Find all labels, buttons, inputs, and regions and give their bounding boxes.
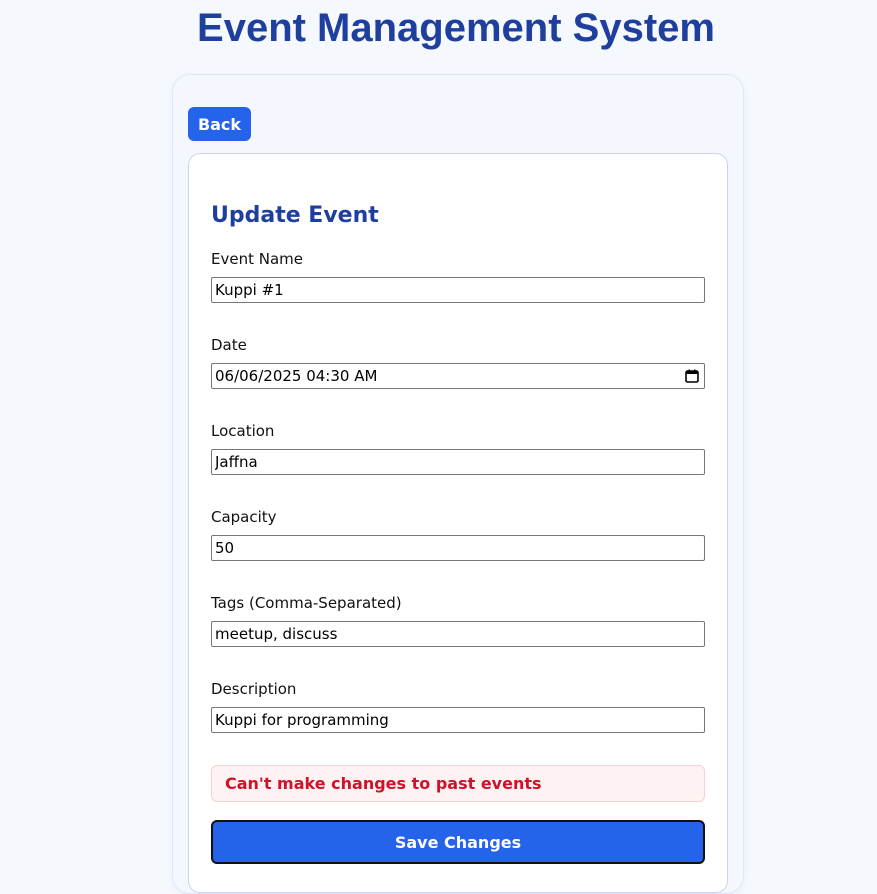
date-input[interactable]: 06/06/2025 04:30 AM: [211, 363, 705, 389]
calendar-icon[interactable]: [685, 369, 699, 383]
location-label: Location: [211, 422, 275, 440]
form-title: Update Event: [211, 203, 379, 228]
event-name-label: Event Name: [211, 250, 303, 268]
description-input[interactable]: [211, 707, 705, 733]
back-button[interactable]: Back: [188, 107, 251, 141]
date-label: Date: [211, 336, 247, 354]
page-title: Event Management System: [197, 6, 715, 50]
error-alert: Can't make changes to past events: [211, 765, 705, 802]
save-changes-button[interactable]: Save Changes: [211, 820, 705, 864]
tags-input[interactable]: [211, 621, 705, 647]
location-input[interactable]: [211, 449, 705, 475]
date-value: 06/06/2025 04:30 AM: [215, 367, 378, 385]
capacity-input[interactable]: [211, 535, 705, 561]
error-message: Can't make changes to past events: [225, 774, 542, 793]
event-name-input[interactable]: [211, 277, 705, 303]
description-label: Description: [211, 680, 297, 698]
capacity-label: Capacity: [211, 508, 277, 526]
tags-label: Tags (Comma-Separated): [211, 594, 402, 612]
